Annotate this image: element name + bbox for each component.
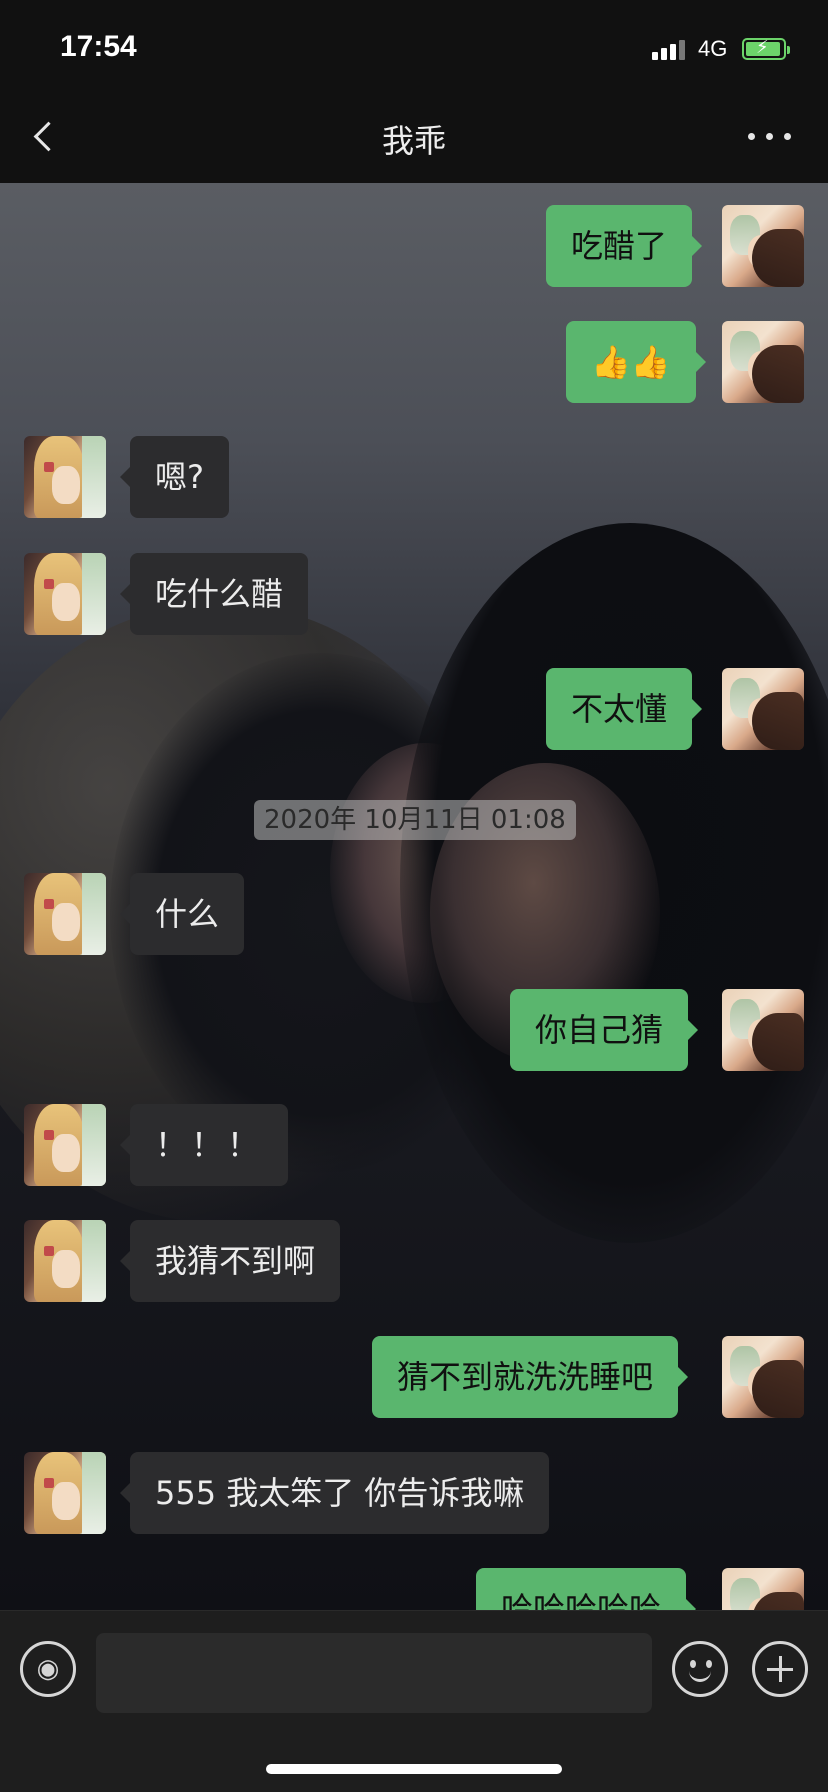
status-bar: 17:54 4G ⚡ bbox=[0, 0, 828, 92]
message-bubble[interactable]: 吃什么醋 bbox=[119, 553, 309, 635]
plus-icon[interactable] bbox=[752, 1641, 808, 1697]
message-bubble[interactable]: 我猜不到啊 bbox=[119, 1220, 341, 1302]
contact-avatar[interactable] bbox=[24, 1220, 106, 1302]
contact-avatar[interactable] bbox=[24, 436, 106, 518]
self-avatar[interactable] bbox=[722, 321, 804, 403]
self-avatar[interactable] bbox=[722, 668, 804, 750]
message-bubble[interactable]: 你自己猜 bbox=[510, 989, 699, 1071]
self-avatar[interactable] bbox=[722, 1336, 804, 1418]
message-bubble[interactable]: 什么 bbox=[119, 873, 245, 955]
battery-icon: ⚡ bbox=[742, 37, 790, 60]
more-options-button[interactable] bbox=[744, 120, 798, 152]
contact-avatar[interactable] bbox=[24, 553, 106, 635]
self-avatar[interactable] bbox=[722, 989, 804, 1071]
status-time: 17:54 bbox=[60, 30, 137, 63]
emoji-icon[interactable] bbox=[672, 1641, 728, 1697]
message-bubble[interactable]: 嗯? bbox=[120, 436, 229, 518]
message-bubble[interactable]: 555 我太笨了 你告诉我嘛 bbox=[119, 1452, 550, 1534]
charging-bolt-icon: ⚡ bbox=[756, 37, 769, 58]
network-type: 4G bbox=[698, 36, 728, 61]
contact-avatar[interactable] bbox=[24, 1104, 106, 1186]
message-bubble[interactable]: 👍👍 bbox=[566, 321, 706, 403]
message-bubble[interactable]: ！！！ bbox=[119, 1104, 289, 1186]
nav-bar: 我乖 bbox=[0, 92, 828, 183]
chat-screen: 17:54 4G ⚡ 我乖 吃醋了 👍👍 嗯? 吃什么醋 不太懂 2020年 1… bbox=[0, 0, 828, 1792]
message-bubble[interactable]: 吃醋了 bbox=[546, 205, 703, 287]
message-input[interactable] bbox=[96, 1633, 652, 1713]
self-avatar[interactable] bbox=[722, 205, 804, 287]
message-bubble[interactable]: 猜不到就洗洗睡吧 bbox=[372, 1336, 689, 1418]
timestamp-divider: 2020年 10月11日 01:08 bbox=[254, 800, 576, 840]
message-bubble[interactable]: 不太懂 bbox=[546, 668, 703, 750]
contact-avatar[interactable] bbox=[24, 1452, 106, 1534]
contact-avatar[interactable] bbox=[24, 873, 106, 955]
home-indicator[interactable] bbox=[266, 1764, 562, 1774]
voice-icon[interactable]: ◉ bbox=[20, 1641, 76, 1697]
signal-icon bbox=[652, 38, 688, 60]
chat-title: 我乖 bbox=[381, 122, 446, 160]
